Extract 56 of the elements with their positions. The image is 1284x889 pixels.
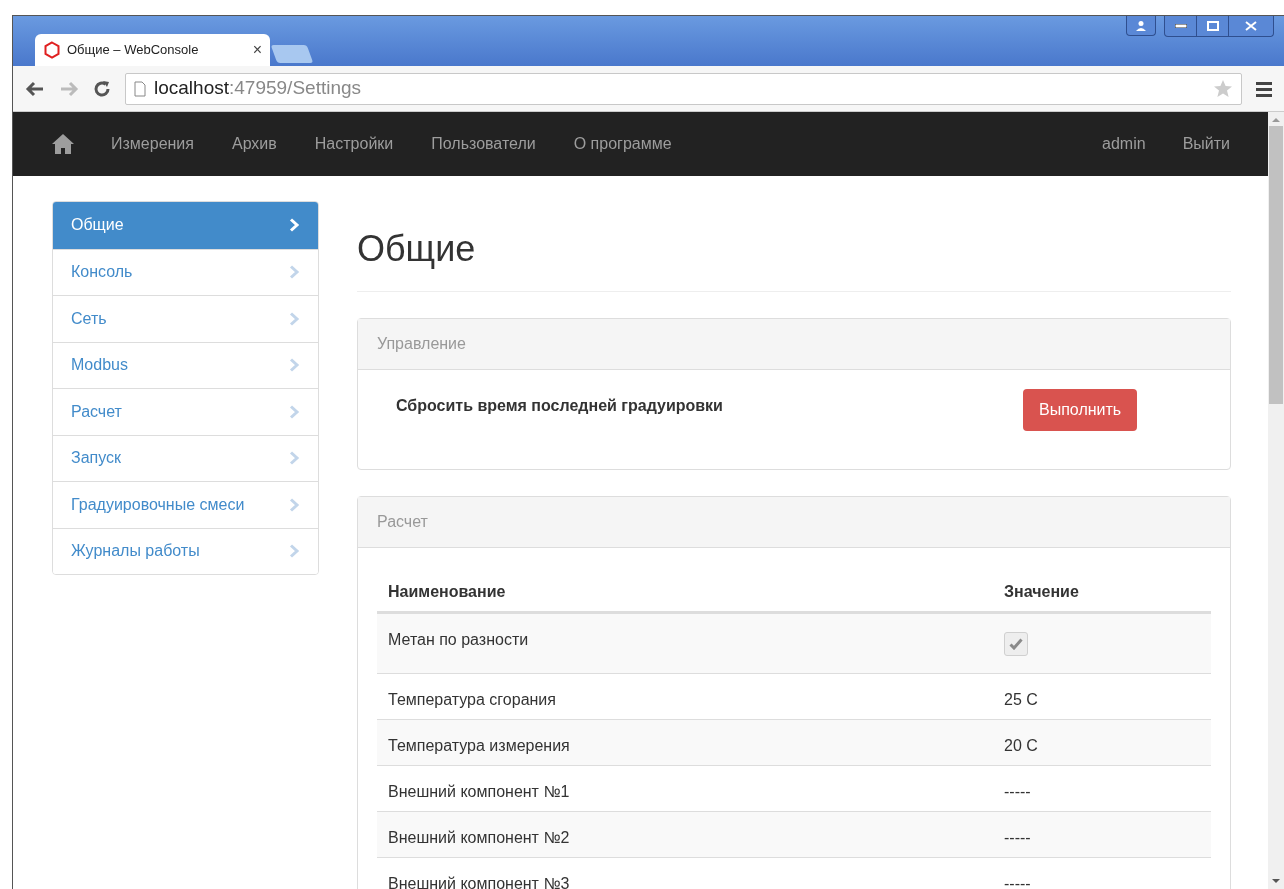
checkmark-icon [1009,638,1023,650]
chevron-icon [288,265,300,280]
chevron-icon [288,218,300,233]
sidebar-item[interactable]: Общие [53,202,318,249]
checkbox[interactable] [1004,632,1028,656]
nav-link[interactable]: О программе [573,132,672,156]
page-icon [134,80,146,97]
home-icon[interactable] [51,133,75,155]
column-header: Наименование [388,583,506,600]
tab-title: Общие – WebConsole [67,41,200,60]
profile-button[interactable] [1126,16,1156,36]
user-link[interactable]: admin [1102,132,1146,156]
chevron-icon [288,544,300,559]
nav-link[interactable]: Архив [231,132,277,156]
chevron-icon [288,358,300,373]
menu-icon[interactable] [1256,80,1272,97]
logout-link[interactable]: Выйти [1182,132,1230,156]
chevron-icon [288,404,300,419]
table-cell-text: ----- [1004,874,1031,889]
table-cell: Внешний компонент №2 [388,829,570,846]
close-icon [1245,21,1257,31]
nav-link[interactable]: Измерения [111,132,194,156]
page-title: Общие [357,227,477,271]
panel-header: Расчет [358,497,1230,548]
chevron-icon [288,311,300,326]
browser-tab[interactable]: Общие – WebConsole × [35,34,270,66]
sidebar-item[interactable]: Журналы работы [53,527,318,574]
action-label: Сбросить время последней градуировки [396,396,724,416]
star-icon[interactable] [1213,78,1233,99]
panel-header: Управление [358,319,1230,370]
table-cell: Температура измерения [388,737,570,754]
person-icon [1135,19,1147,32]
table-cell-text: 25 C [1004,690,1038,710]
url-path: :47959/Settings [229,77,362,99]
url-host: localhost [154,77,229,99]
chevron-icon [288,451,300,466]
minimize-icon [1174,24,1187,28]
table-cell-text: ----- [1004,782,1031,802]
table-cell: Температура сгорания [388,691,556,708]
nav-link[interactable]: Пользователи [431,132,536,156]
close-tab-button[interactable]: × [252,38,262,62]
table-cell-text: 20 C [1004,736,1038,756]
back-arrow-icon[interactable] [25,80,45,97]
table-cell-text: ----- [1004,828,1031,848]
hexagon-icon [43,41,61,59]
table-cell: Метан по разности [388,631,529,648]
column-header: Значение [1004,583,1079,600]
reload-icon[interactable] [93,79,111,98]
nav-link[interactable]: Настройки [314,132,394,156]
scroll-thumb[interactable] [1269,126,1283,404]
maximize-icon [1206,21,1219,31]
table-cell: Внешний компонент №1 [388,783,570,800]
address-bar[interactable]: localhost:47959/Settings [125,72,1242,105]
execute-button[interactable]: Выполнить [1023,389,1138,431]
chevron-icon [288,497,300,512]
table-cell: Внешний компонент №3 [388,875,570,889]
